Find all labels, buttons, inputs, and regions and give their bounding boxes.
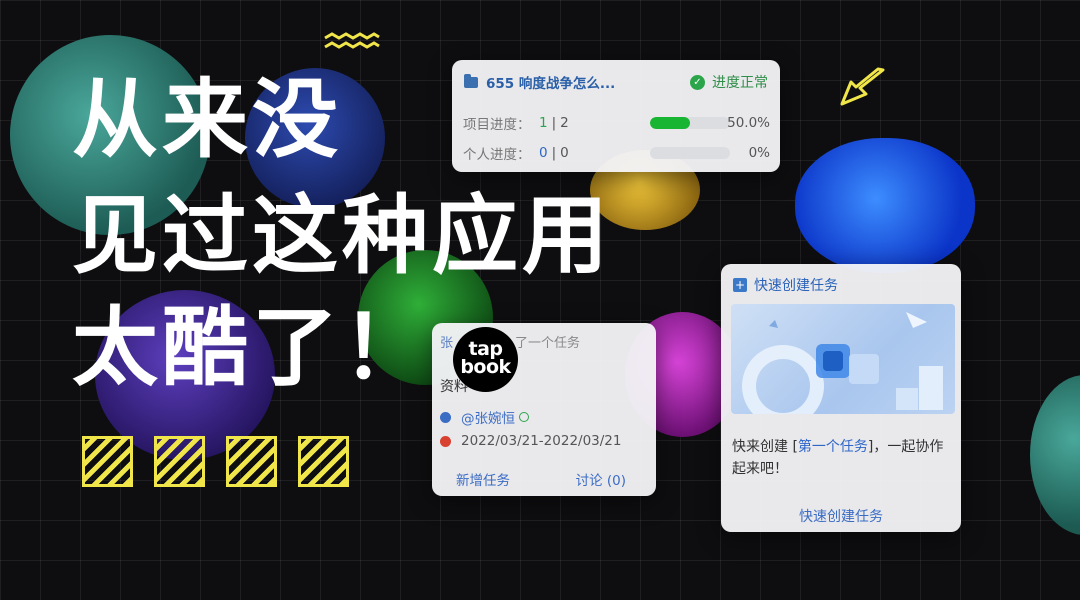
quick-create-card[interactable]: + 快速创建任务 快来创建 [第一个任务]，一起协作起来吧！ 快速创建任务 — [721, 264, 961, 532]
personal-progress-total: 0 — [560, 145, 569, 161]
project-title[interactable]: 655 响度战争怎么... — [486, 72, 690, 92]
quick-create-button[interactable]: 快速创建任务 — [721, 506, 961, 526]
hatch-square — [154, 436, 205, 487]
hatch-square — [226, 436, 277, 487]
project-progress-total: 2 — [560, 115, 569, 131]
hatch-squares — [82, 436, 349, 487]
personal-progress-label: 个人进度： — [463, 147, 531, 163]
task-assignee[interactable]: @张婉恒 — [461, 407, 515, 427]
plus-square-icon: + — [733, 278, 747, 292]
project-progress-card[interactable]: 655 响度战争怎么... ✓ 进度正常 项目进度： 1 | 2 50.0% 个… — [452, 60, 780, 172]
arrow-down-left-icon — [840, 67, 885, 106]
clock-icon — [440, 435, 451, 447]
task-date-range: 2022/03/21-2022/03/21 — [461, 433, 622, 449]
check-circle-icon: ✓ — [690, 74, 705, 90]
personal-progress-bar — [650, 147, 730, 159]
personal-progress-percent: 0% — [748, 145, 770, 161]
hatch-square — [82, 436, 133, 487]
personal-progress-row: 个人进度： 0 | 0 0% — [463, 143, 770, 163]
quick-create-illustration — [731, 304, 955, 414]
personal-progress-done: 0 — [539, 145, 548, 161]
task-assignee-row: @张婉恒 — [440, 407, 529, 427]
verified-icon — [519, 412, 529, 422]
first-task-link[interactable]: 第一个任务 — [798, 439, 868, 455]
quick-create-text: 快来创建 [第一个任务]，一起协作起来吧！ — [732, 436, 952, 480]
tapbook-logo: tap book — [453, 327, 518, 392]
task-date-row: 2022/03/21-2022/03/21 — [440, 433, 622, 449]
quick-create-header: + 快速创建任务 — [733, 275, 838, 295]
headline-line-3: 太酷了！ — [72, 298, 432, 398]
project-card-header: 655 响度战争怎么... ✓ 进度正常 — [464, 72, 768, 92]
wave-icon — [324, 32, 380, 49]
personal-progress-separator: | — [551, 145, 557, 161]
project-progress-done: 1 — [539, 115, 548, 131]
headline-line-2: 见过这种应用 — [72, 186, 612, 286]
folder-icon — [464, 73, 478, 88]
blue-cloud-orb — [795, 138, 975, 273]
discuss-button[interactable]: 讨论 (0) — [576, 469, 626, 489]
user-icon — [440, 411, 451, 423]
quick-text-before: 快来创建 [ — [732, 439, 798, 455]
task-card-action: 了一个任务 — [515, 336, 581, 351]
poster-stage: 655 响度战争怎么... ✓ 进度正常 项目进度： 1 | 2 50.0% 个… — [0, 0, 1080, 600]
project-progress-row: 项目进度： 1 | 2 50.0% — [463, 113, 770, 133]
project-progress-label: 项目进度： — [463, 117, 531, 133]
hatch-square — [298, 436, 349, 487]
task-creator-name[interactable]: 张 — [440, 336, 453, 351]
project-progress-fill — [650, 117, 690, 129]
project-status: 进度正常 — [712, 75, 768, 91]
illustration-graphic — [742, 312, 943, 414]
project-progress-separator: | — [551, 115, 557, 131]
headline-line-1: 从来没 — [72, 70, 342, 170]
quick-create-title: 快速创建任务 — [754, 278, 838, 294]
add-task-button[interactable]: 新增任务 — [456, 469, 510, 489]
project-progress-bar — [650, 117, 730, 129]
logo-line-2: book — [460, 356, 511, 378]
project-progress-percent: 50.0% — [727, 115, 770, 131]
